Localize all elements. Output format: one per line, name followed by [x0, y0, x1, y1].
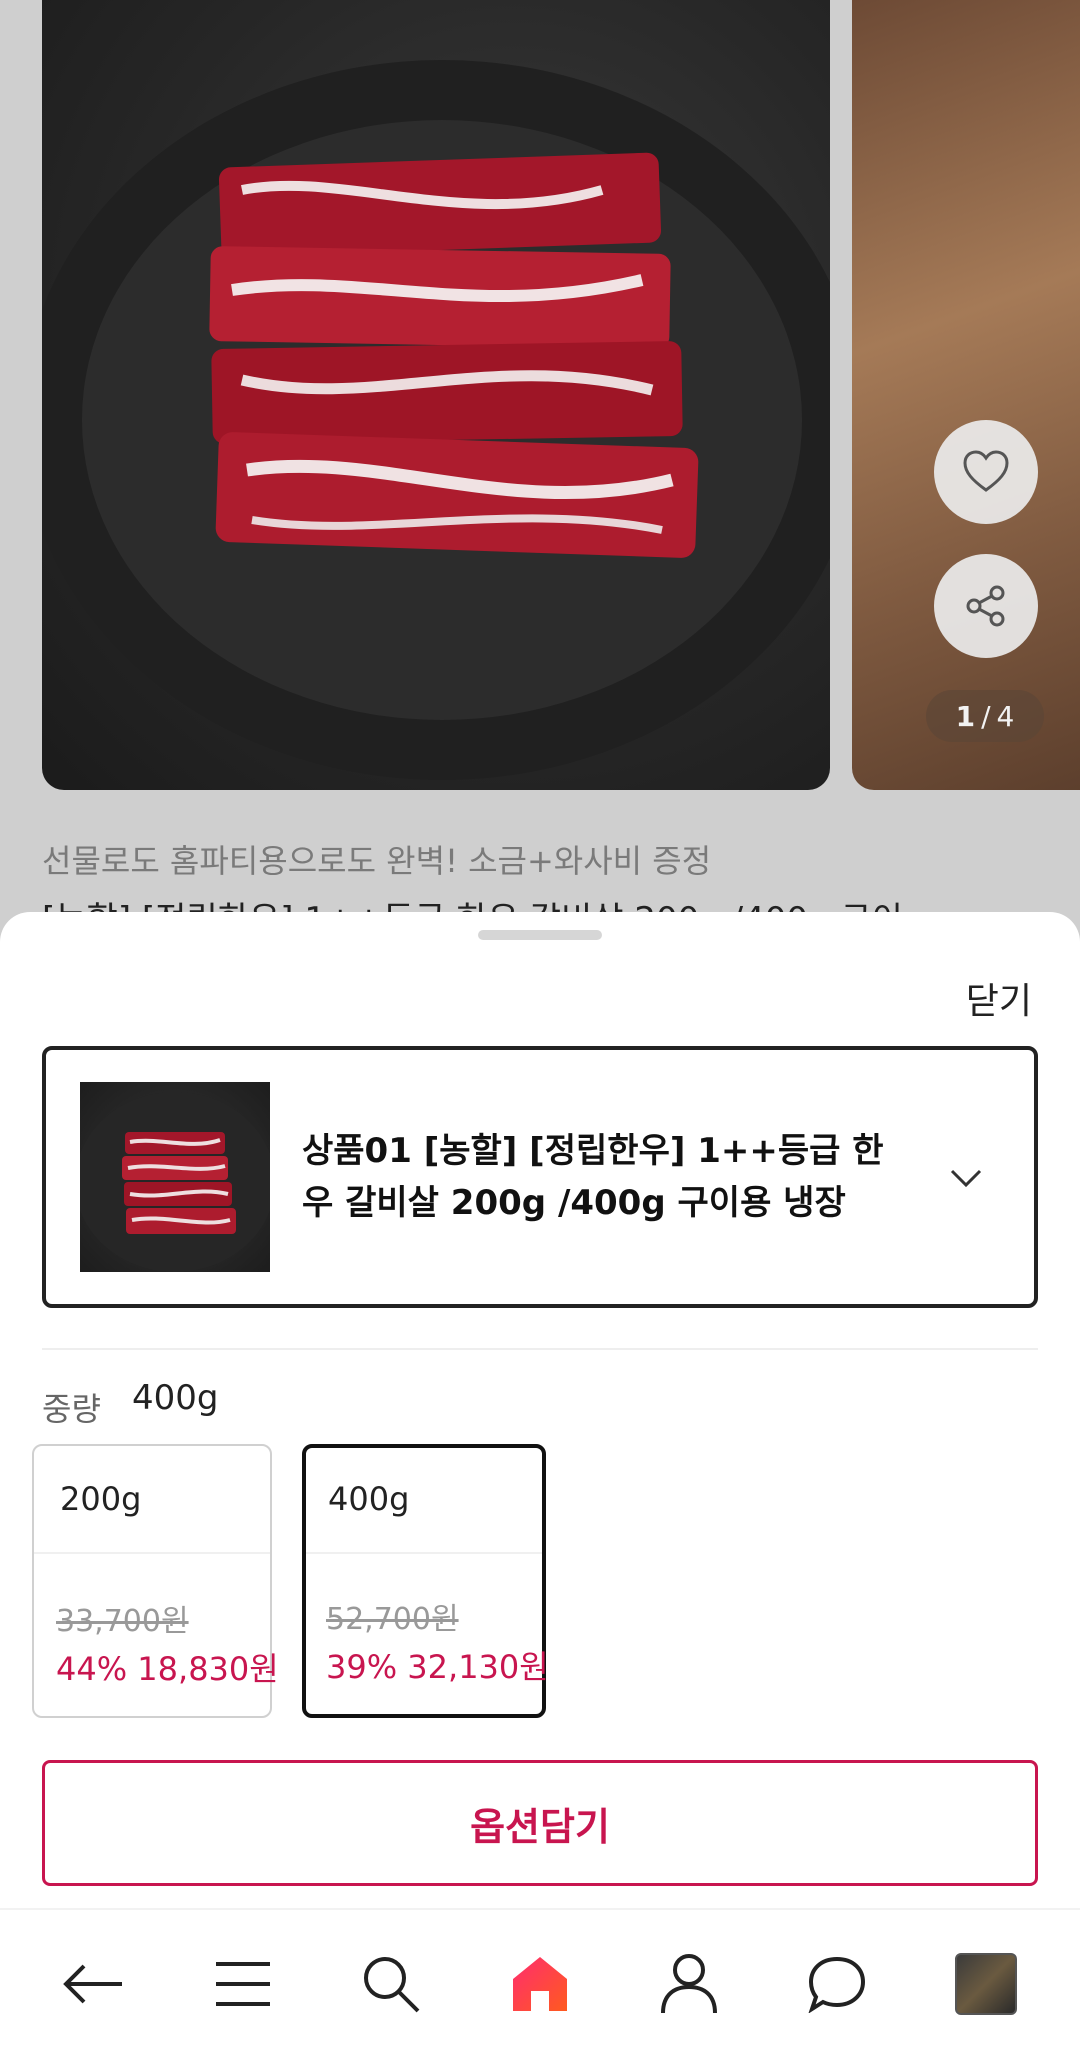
option-card-divider	[34, 1552, 270, 1554]
back-arrow-icon	[63, 1964, 123, 2003]
selected-product-name: 상품01 [농할] [정립한우] 1++등급 한우 갈비살 200g /400g…	[302, 1131, 884, 1223]
option-card-200g[interactable]: 200g 33,700원 44% 18,830원	[32, 1444, 279, 1718]
product-thumbnail	[80, 1082, 270, 1272]
product-image-gallery[interactable]: 1 / 4	[0, 0, 1080, 800]
share-button[interactable]	[934, 554, 1038, 658]
bottom-navigation	[0, 1908, 1080, 2057]
pager-current: 1	[955, 699, 976, 733]
pager-total: 4	[996, 699, 1015, 733]
nav-home[interactable]	[495, 1939, 585, 2029]
add-option-button[interactable]: 옵션담기	[42, 1760, 1038, 1886]
search-icon	[364, 1956, 420, 2012]
option-selected-value: 400g	[132, 1378, 219, 1418]
pager-separator: /	[981, 699, 991, 733]
heart-icon	[963, 450, 1009, 492]
option-original-price: 33,700원	[56, 1604, 189, 1639]
meat-on-plate-image	[42, 60, 830, 780]
product-selector[interactable]: 상품01 [농할] [정립한우] 1++등급 한우 갈비살 200g /400g…	[42, 1046, 1038, 1308]
option-bottom-sheet: 닫기 상품01 [농할] [정립한우] 1++등급 한우 갈비살 200g /4…	[0, 912, 1080, 2057]
close-button[interactable]: 닫기	[966, 972, 1032, 1024]
recent-item-thumbnail	[954, 1952, 1017, 2015]
nav-my-page[interactable]	[644, 1939, 734, 2029]
nav-chat[interactable]	[792, 1939, 882, 2029]
option-card-divider	[306, 1552, 542, 1554]
option-card-400g-selected[interactable]: 400g 52,700원 39% 32,130원	[302, 1444, 549, 1718]
nav-back[interactable]	[49, 1939, 139, 2029]
chat-icon	[808, 1956, 866, 2013]
sheet-drag-handle[interactable]	[478, 930, 602, 940]
product-thumbnail-image	[80, 1092, 270, 1272]
product-image-main[interactable]	[42, 0, 830, 790]
nav-menu[interactable]	[198, 1939, 288, 2029]
option-size: 400g	[328, 1480, 410, 1518]
option-sale-price: 44% 18,830원	[56, 1650, 279, 1688]
option-original-price: 52,700원	[326, 1602, 459, 1637]
nav-recent-item[interactable]	[941, 1939, 1031, 2029]
option-size: 200g	[60, 1480, 142, 1518]
wishlist-button[interactable]	[934, 420, 1038, 524]
image-pager: 1 / 4	[926, 690, 1044, 742]
home-icon	[512, 1956, 567, 2011]
option-label: 중량	[42, 1390, 101, 1428]
chevron-down-icon[interactable]	[942, 1154, 990, 1202]
nav-search[interactable]	[346, 1939, 436, 2029]
user-icon	[660, 1953, 717, 2013]
option-sale-price: 39% 32,130원	[326, 1648, 549, 1686]
menu-icon	[215, 1961, 270, 2006]
product-image-next[interactable]	[852, 0, 1080, 790]
section-divider	[42, 1348, 1038, 1350]
product-promo-text: 선물로도 홈파티용으로도 완벽! 소금+와사비 증정	[42, 842, 712, 880]
share-icon	[966, 585, 1005, 627]
